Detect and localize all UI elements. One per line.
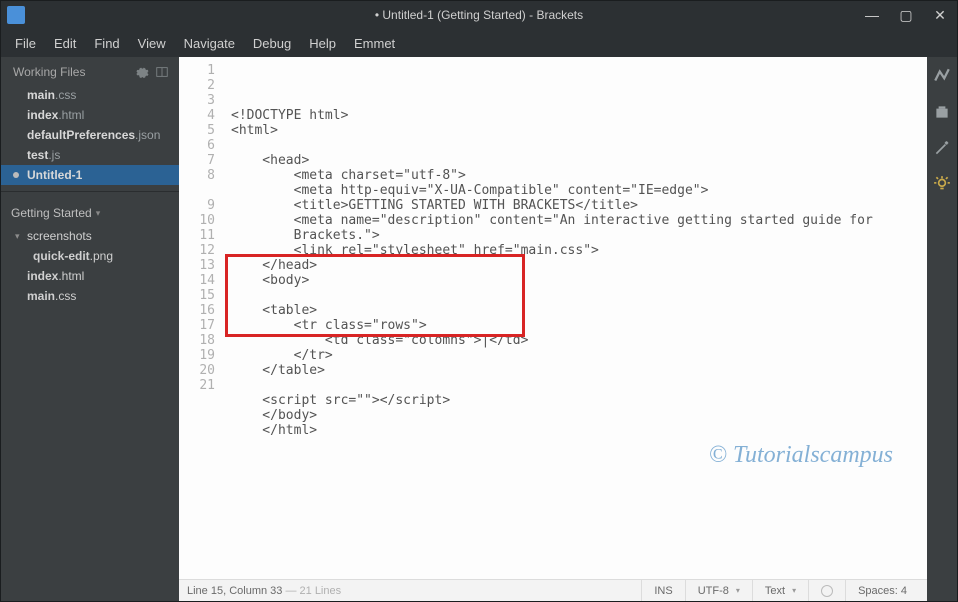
sidebar: Working Files main.cssindex.htmldefaultP… <box>1 57 179 601</box>
menu-navigate[interactable]: Navigate <box>176 32 243 55</box>
working-files-label: Working Files <box>13 65 129 79</box>
split-view-icon[interactable] <box>155 65 169 79</box>
working-file-item[interactable]: Untitled-1 <box>1 165 179 185</box>
circle-icon <box>821 585 833 597</box>
sidebar-divider <box>1 191 179 192</box>
app-icon <box>7 6 25 24</box>
menu-file[interactable]: File <box>7 32 44 55</box>
statusbar: Line 15, Column 33 — 21 Lines INS UTF-8▾… <box>179 579 927 601</box>
menu-help[interactable]: Help <box>301 32 344 55</box>
status-filetype[interactable]: Text▾ <box>752 580 808 601</box>
dirty-dot-icon <box>13 172 19 178</box>
menubar: File Edit Find View Navigate Debug Help … <box>1 29 957 57</box>
working-file-item[interactable]: test.js <box>1 145 179 165</box>
working-files-list: main.cssindex.htmldefaultPreferences.jso… <box>1 85 179 185</box>
menu-edit[interactable]: Edit <box>46 32 84 55</box>
window-title: • Untitled-1 (Getting Started) - Bracket… <box>375 8 583 22</box>
working-files-header: Working Files <box>1 57 179 85</box>
tree-file[interactable]: index.html <box>1 266 179 286</box>
working-file-item[interactable]: main.css <box>1 85 179 105</box>
live-preview-icon[interactable] <box>933 67 951 85</box>
disclosure-icon: ▾ <box>15 231 25 242</box>
editor-area: 123456789101112131415161718192021 <!DOCT… <box>179 57 927 601</box>
app-window: • Untitled-1 (Getting Started) - Bracket… <box>0 0 958 602</box>
gear-icon[interactable] <box>135 65 149 79</box>
chevron-down-icon: ▾ <box>96 208 101 219</box>
main-area: Working Files main.cssindex.htmldefaultP… <box>1 57 957 601</box>
watermark: © Tutorialscampus <box>709 442 893 469</box>
menu-emmet[interactable]: Emmet <box>346 32 403 55</box>
tree-file[interactable]: quick-edit.png <box>1 246 179 266</box>
extensions-icon[interactable] <box>933 103 951 121</box>
project-tree: ▾screenshotsquick-edit.pngindex.htmlmain… <box>1 226 179 306</box>
project-header[interactable]: Getting Started ▾ <box>1 198 179 226</box>
status-spaces[interactable]: Spaces: 4 <box>845 580 919 601</box>
working-file-item[interactable]: defaultPreferences.json <box>1 125 179 145</box>
close-button[interactable]: ✕ <box>923 1 957 29</box>
right-toolbar <box>927 57 957 601</box>
code-content[interactable]: <!DOCTYPE html><html> <head> <meta chars… <box>225 57 927 579</box>
status-cursor[interactable]: Line 15, Column 33 — 21 Lines <box>187 585 641 597</box>
wand-icon[interactable] <box>933 139 951 157</box>
status-lint[interactable] <box>808 580 845 601</box>
project-name: Getting Started <box>11 206 92 220</box>
status-encoding[interactable]: UTF-8▾ <box>685 580 752 601</box>
menu-view[interactable]: View <box>130 32 174 55</box>
status-ins[interactable]: INS <box>641 580 684 601</box>
editor[interactable]: 123456789101112131415161718192021 <!DOCT… <box>179 57 927 579</box>
minimize-button[interactable]: — <box>855 1 889 29</box>
menu-debug[interactable]: Debug <box>245 32 299 55</box>
titlebar: • Untitled-1 (Getting Started) - Bracket… <box>1 1 957 29</box>
line-number-gutter: 123456789101112131415161718192021 <box>179 57 225 579</box>
bulb-icon[interactable] <box>933 175 951 193</box>
maximize-button[interactable]: ▢ <box>889 1 923 29</box>
tree-file[interactable]: main.css <box>1 286 179 306</box>
menu-find[interactable]: Find <box>86 32 127 55</box>
tree-folder[interactable]: ▾screenshots <box>1 226 179 246</box>
window-controls: — ▢ ✕ <box>855 1 957 29</box>
working-file-item[interactable]: index.html <box>1 105 179 125</box>
